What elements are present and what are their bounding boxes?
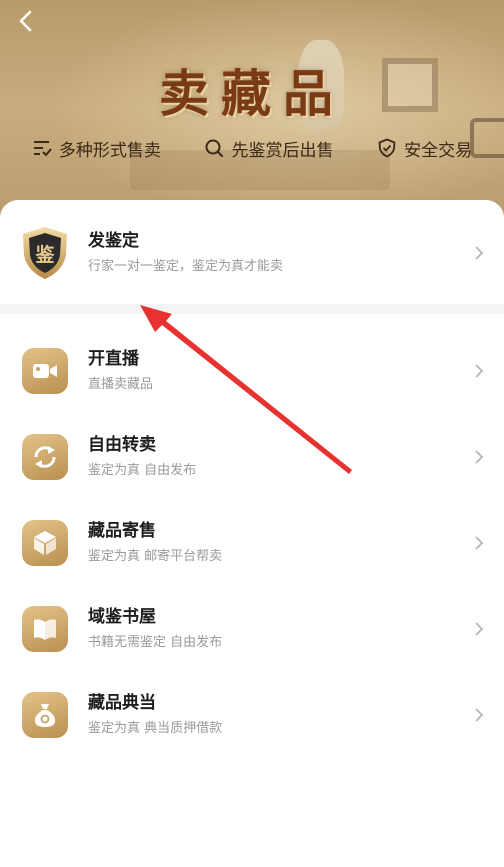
- feature-multiple-forms: 多种形式售卖: [32, 136, 161, 161]
- option-texts: 开直播 直播卖藏品: [88, 347, 153, 395]
- badge-text: 鉴: [34, 244, 55, 266]
- chevron-right-icon: [475, 622, 484, 636]
- page-title: 卖藏品: [159, 64, 345, 123]
- chevron-left-icon: [19, 10, 32, 32]
- search-icon: [205, 139, 224, 158]
- option-texts: 自由转卖 鉴定为真 自由发布: [88, 433, 196, 481]
- option-subtitle: 书籍无需鉴定 自由发布: [88, 635, 223, 650]
- feature-label: 先鉴赏后出售: [231, 140, 334, 161]
- refresh-arrows-icon: [22, 434, 68, 480]
- option-title: 发鉴定: [88, 231, 139, 251]
- money-bag-icon: [22, 692, 68, 738]
- option-texts: 发鉴定 行家一对一鉴定，鉴定为真才能卖: [88, 229, 283, 277]
- chevron-right-icon: [475, 246, 484, 260]
- option-title: 自由转卖: [88, 435, 156, 455]
- option-live-stream[interactable]: 开直播 直播卖藏品: [0, 328, 504, 414]
- option-title: 藏品寄售: [88, 521, 156, 541]
- chevron-right-icon: [475, 708, 484, 722]
- option-bookstore[interactable]: 域鉴书屋 书籍无需鉴定 自由发布: [0, 586, 504, 672]
- feature-safe-trade: 安全交易: [377, 136, 472, 161]
- option-title: 开直播: [88, 349, 139, 369]
- option-texts: 藏品寄售 鉴定为真 邮寄平台帮卖: [88, 519, 222, 567]
- option-pawn[interactable]: 藏品典当 鉴定为真 典当质押借款: [0, 672, 504, 758]
- option-subtitle: 直播卖藏品: [88, 377, 154, 392]
- feature-appraise-first: 先鉴赏后出售: [204, 136, 333, 161]
- shield-check-icon: [378, 138, 396, 158]
- option-texts: 藏品典当 鉴定为真 典当质押借款: [88, 691, 222, 739]
- chevron-right-icon: [475, 450, 484, 464]
- back-button[interactable]: [12, 8, 40, 36]
- option-subtitle: 行家一对一鉴定，鉴定为真才能卖: [88, 259, 284, 274]
- chevron-right-icon: [475, 536, 484, 550]
- options-sheet: 鉴 发鉴定 行家一对一鉴定，鉴定为真才能卖 开直播 直播卖藏品 自由转卖 鉴定为…: [0, 200, 504, 867]
- option-title: 域鉴书屋: [88, 607, 156, 627]
- section-divider: [0, 304, 504, 314]
- appraisal-badge-icon: 鉴: [20, 225, 70, 281]
- feature-label: 安全交易: [404, 140, 473, 161]
- option-free-resale[interactable]: 自由转卖 鉴定为真 自由发布: [0, 414, 504, 500]
- option-subtitle: 鉴定为真 典当质押借款: [88, 721, 223, 736]
- option-consignment[interactable]: 藏品寄售 鉴定为真 邮寄平台帮卖: [0, 500, 504, 586]
- option-appraisal[interactable]: 鉴 发鉴定 行家一对一鉴定，鉴定为真才能卖: [0, 210, 504, 296]
- book-icon: [22, 606, 68, 652]
- feature-label: 多种形式售卖: [58, 140, 161, 161]
- feature-list: 多种形式售卖 先鉴赏后出售 安全交易: [0, 132, 504, 164]
- option-subtitle: 鉴定为真 自由发布: [88, 463, 197, 478]
- option-title: 藏品典当: [88, 693, 156, 713]
- chevron-right-icon: [475, 364, 484, 378]
- video-camera-icon: [22, 348, 68, 394]
- option-texts: 域鉴书屋 书籍无需鉴定 自由发布: [88, 605, 222, 653]
- package-box-icon: [22, 520, 68, 566]
- option-subtitle: 鉴定为真 邮寄平台帮卖: [88, 549, 223, 564]
- list-check-icon: [33, 141, 52, 157]
